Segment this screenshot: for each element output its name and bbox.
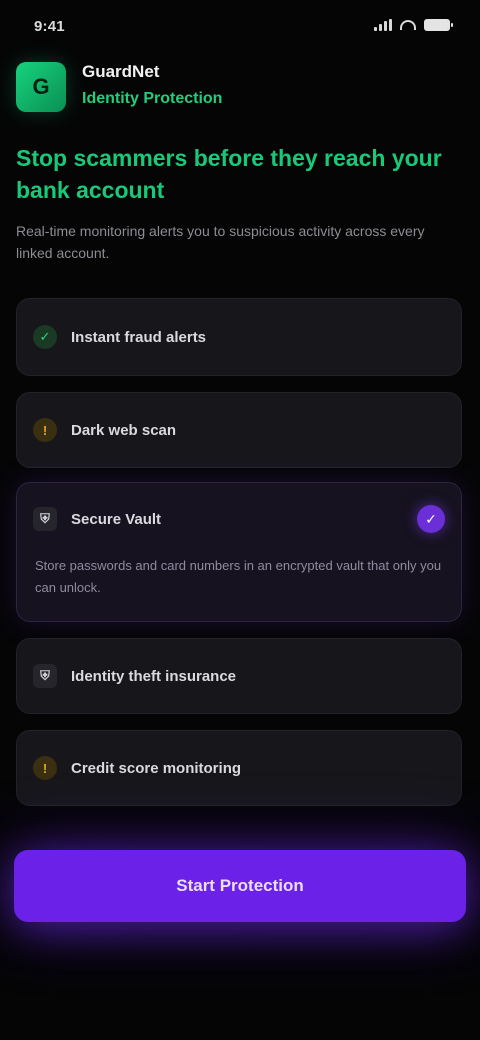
selected-card-body: Store passwords and card numbers in an e… (35, 558, 442, 595)
brand-header: G GuardNet Identity Protection (16, 58, 466, 128)
check-circle-icon: ✓ (33, 325, 57, 349)
feature-label: Dark web scan (71, 421, 177, 439)
status-icons (374, 19, 453, 31)
brand-name: GuardNet (82, 62, 160, 81)
status-bar: 9:41 (0, 0, 480, 56)
feature-label: Instant fraud alerts (71, 328, 207, 346)
page-description: Real-time monitoring alerts you to suspi… (16, 223, 425, 261)
app-logo: G (16, 62, 66, 112)
feature-card-secure-vault-selected[interactable]: ⛨ Secure Vault ✓ Store passwords and car… (16, 482, 462, 622)
feature-card-dark-web-scan[interactable]: ! Dark web scan (16, 392, 462, 468)
feature-card-credit-monitoring[interactable]: ! Credit score monitoring (16, 730, 462, 806)
wifi-icon (400, 20, 416, 30)
shield-icon: ⛨ (33, 664, 57, 688)
brand-subtitle: Identity Protection (82, 90, 223, 107)
status-time: 9:41 (34, 18, 65, 35)
feature-card-fraud-alerts[interactable]: ✓ Instant fraud alerts (16, 298, 462, 376)
warning-icon: ! (33, 418, 57, 442)
checkmark-icon: ✓ (417, 505, 445, 533)
battery-icon (424, 19, 453, 31)
shield-icon: ⛨ (33, 507, 57, 531)
selected-card-title: Secure Vault (71, 510, 162, 528)
feature-label: Identity theft insurance (71, 667, 237, 685)
page-headline: Stop scammers before they reach your ban… (16, 145, 442, 203)
signal-icon (374, 19, 392, 31)
start-protection-button[interactable]: Start Protection (14, 850, 466, 922)
logo-glyph: G (32, 74, 50, 99)
feature-label: Credit score monitoring (71, 759, 242, 777)
feature-card-identity-insurance[interactable]: ⛨ Identity theft insurance (16, 638, 462, 714)
warning-icon: ! (33, 756, 57, 780)
